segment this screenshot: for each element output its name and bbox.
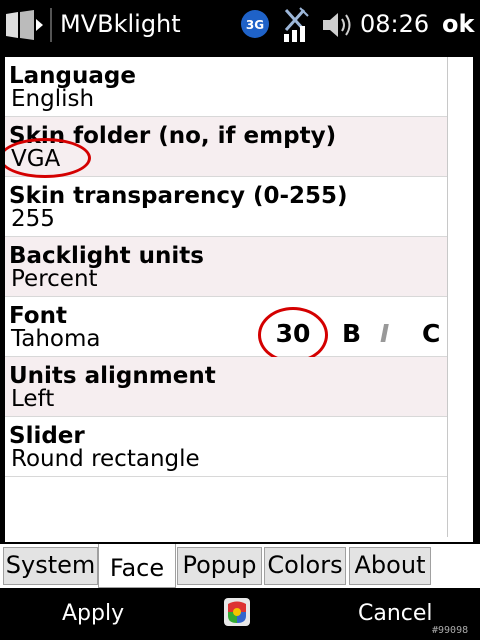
setting-row-slider[interactable]: Slider Round rectangle <box>5 417 447 477</box>
setting-value: 255 <box>11 206 55 232</box>
apply-button[interactable]: Apply <box>62 600 124 628</box>
font-italic-toggle[interactable]: I <box>380 320 389 348</box>
3g-network-icon[interactable]: 3G <box>240 9 270 39</box>
scrollbar-track[interactable] <box>447 57 448 537</box>
cancel-button[interactable]: Cancel <box>358 600 433 628</box>
tab-colors[interactable]: Colors <box>264 547 346 585</box>
settings-panel: Language English Skin folder (no, if emp… <box>3 55 475 544</box>
tab-popup[interactable]: Popup <box>177 547 262 585</box>
3g-network-label: 3G <box>246 18 264 32</box>
ok-button[interactable]: ok <box>442 9 474 39</box>
tab-system[interactable]: System <box>3 547 98 585</box>
clock[interactable]: 08:26 <box>360 9 429 39</box>
signal-icon[interactable] <box>280 6 310 44</box>
setting-row-units-alignment[interactable]: Units alignment Left <box>5 357 447 417</box>
setting-row-font[interactable]: Font Tahoma 30 B I C <box>5 297 447 363</box>
tab-face[interactable]: Face <box>98 544 176 588</box>
font-size-value[interactable]: 30 <box>262 311 324 357</box>
app-title: MVBklight <box>60 10 181 38</box>
setting-value: VGA <box>11 146 61 172</box>
setting-value: English <box>11 86 95 112</box>
setting-value: Left <box>11 386 55 412</box>
setting-row-skin-folder[interactable]: Skin folder (no, if empty) VGA <box>5 117 447 178</box>
setting-value: Tahoma <box>11 326 101 352</box>
start-menu-icon[interactable] <box>4 8 44 42</box>
setting-value: Percent <box>11 266 98 292</box>
setting-label: Skin transparency (0-255) <box>9 183 348 209</box>
setting-value: Round rectangle <box>11 446 200 472</box>
setting-row-backlight-units[interactable]: Backlight units Percent <box>5 237 447 297</box>
watermark: #99098 <box>432 625 469 636</box>
title-separator <box>50 8 52 42</box>
volume-icon[interactable] <box>320 9 356 41</box>
font-bold-toggle[interactable]: B <box>342 320 361 348</box>
keyboard-input-icon[interactable] <box>220 596 254 628</box>
font-c-toggle[interactable]: C <box>422 320 440 348</box>
tab-strip: System Face Popup Colors About <box>0 544 480 588</box>
setting-row-skin-transparency[interactable]: Skin transparency (0-255) 255 <box>5 177 447 237</box>
tab-about[interactable]: About <box>349 547 431 585</box>
menu-bar: Apply Cancel #99098 <box>0 588 480 640</box>
title-bar: MVBklight 3G 08:26 ok <box>0 0 480 50</box>
setting-row-language[interactable]: Language English <box>5 57 447 117</box>
